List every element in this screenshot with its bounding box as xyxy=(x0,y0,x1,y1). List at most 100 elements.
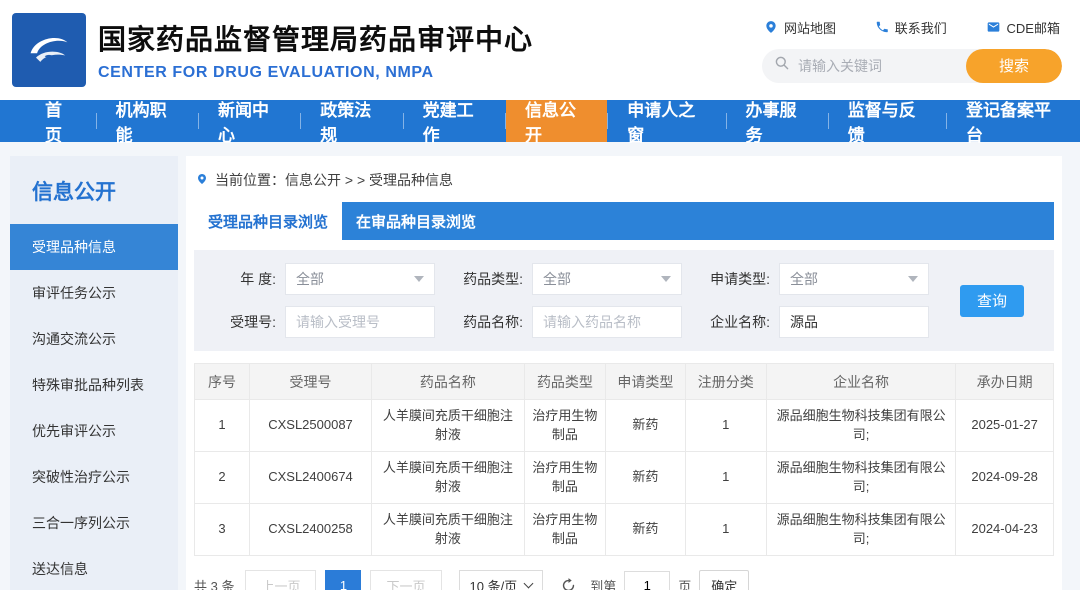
filter-rows: 年 度: 全部 药品类型: 全部 xyxy=(210,263,929,338)
contact-link[interactable]: 联系我们 xyxy=(875,18,947,37)
main-nav: 首页 机构职能 新闻中心 政策法规 党建工作 信息公开 申请人之窗 办事服务 监… xyxy=(0,100,1080,142)
apply-type-filter: 申请类型: 全部 xyxy=(704,263,929,295)
drug-type-filter: 药品类型: 全部 xyxy=(457,263,682,295)
search-icon xyxy=(774,55,790,76)
nav-item-functions[interactable]: 机构职能 xyxy=(97,100,198,142)
cell-apply-type: 新药 xyxy=(606,400,685,452)
chevron-down-icon xyxy=(414,276,424,282)
site-title: 国家药品监督管理局药品审评中心 xyxy=(98,18,533,58)
nav-item-info-disclosure[interactable]: 信息公开 xyxy=(506,100,607,142)
cell-date: 2024-09-28 xyxy=(956,452,1054,504)
accept-no-filter: 受理号: xyxy=(210,306,435,338)
prev-page-button[interactable]: 上一页 xyxy=(245,570,316,590)
page-number-1[interactable]: 1 xyxy=(325,570,361,590)
nav-item-party[interactable]: 党建工作 xyxy=(404,100,505,142)
col-header-drug-type: 药品类型 xyxy=(524,364,605,400)
cell-drug-type: 治疗用生物制品 xyxy=(524,504,605,556)
year-select[interactable]: 全部 xyxy=(285,263,435,295)
page: 国家药品监督管理局药品审评中心 CENTER FOR DRUG EVALUATI… xyxy=(0,0,1080,590)
refresh-icon[interactable] xyxy=(560,577,577,590)
cell-company: 源品细胞生物科技集团有限公司; xyxy=(766,400,955,452)
nav-item-policy[interactable]: 政策法规 xyxy=(301,100,402,142)
table-header-row: 序号 受理号 药品名称 药品类型 申请类型 注册分类 企业名称 承办日期 xyxy=(195,364,1054,400)
sitemap-link[interactable]: 网站地图 xyxy=(764,18,836,37)
cell-date: 2025-01-27 xyxy=(956,400,1054,452)
cell-index: 3 xyxy=(195,504,250,556)
cell-drug-name: 人羊膜间充质干细胞注射液 xyxy=(372,400,525,452)
search-button[interactable]: 搜索 xyxy=(966,49,1062,83)
tab-under-review-catalog[interactable]: 在审品种目录浏览 xyxy=(342,202,490,240)
nav-item-news[interactable]: 新闻中心 xyxy=(199,100,300,142)
table-row: 1 CXSL2500087 人羊膜间充质干细胞注射液 治疗用生物制品 新药 1 … xyxy=(195,400,1054,452)
sidebar-item-delivery-info[interactable]: 送达信息 xyxy=(10,546,178,590)
sidebar-item-priority-review[interactable]: 优先审评公示 xyxy=(10,408,178,454)
query-column: 查询 xyxy=(960,285,1024,317)
sidebar-item-communication[interactable]: 沟通交流公示 xyxy=(10,316,178,362)
drug-name-label: 药品名称: xyxy=(457,312,523,332)
col-header-registration-class: 注册分类 xyxy=(685,364,766,400)
apply-type-select[interactable]: 全部 xyxy=(779,263,929,295)
site-subtitle: CENTER FOR DRUG EVALUATION, NMPA xyxy=(98,64,533,82)
drug-name-input[interactable] xyxy=(532,306,682,338)
cell-drug-type: 治疗用生物制品 xyxy=(524,452,605,504)
year-select-value: 全部 xyxy=(296,269,324,289)
filter-row-2: 受理号: 药品名称: 企业名称: xyxy=(210,306,929,338)
goto-prefix: 到第 xyxy=(590,576,616,590)
next-page-button[interactable]: 下一页 xyxy=(370,570,441,590)
col-header-acceptance-no: 受理号 xyxy=(249,364,371,400)
brand: 国家药品监督管理局药品审评中心 CENTER FOR DRUG EVALUATI… xyxy=(12,13,533,87)
accept-no-label: 受理号: xyxy=(210,312,276,332)
search-input[interactable]: 请输入关键词 xyxy=(798,56,966,76)
confirm-button[interactable]: 确定 xyxy=(699,570,749,590)
breadcrumb: 当前位置：信息公开 > > 受理品种信息 xyxy=(194,166,1054,202)
main-panel: 当前位置：信息公开 > > 受理品种信息 受理品种目录浏览 在审品种目录浏览 年… xyxy=(186,156,1062,590)
header-right: 网站地图 联系我们 CDE邮箱 xyxy=(762,18,1062,83)
cell-acceptance-no: CXSL2400674 xyxy=(249,452,371,504)
mailbox-link[interactable]: CDE邮箱 xyxy=(986,18,1060,37)
breadcrumb-text: 当前位置：信息公开 > > 受理品种信息 xyxy=(215,170,453,190)
total-count: 共 3 条 xyxy=(194,576,234,590)
nav-item-applicant[interactable]: 申请人之窗 xyxy=(608,100,725,142)
drug-name-filter: 药品名称: xyxy=(457,306,682,338)
sidebar-item-special-approval[interactable]: 特殊审批品种列表 xyxy=(10,362,178,408)
cell-drug-name: 人羊膜间充质干细胞注射液 xyxy=(372,504,525,556)
tab-bar: 受理品种目录浏览 在审品种目录浏览 xyxy=(194,202,1054,240)
query-button[interactable]: 查询 xyxy=(960,285,1024,317)
apply-type-select-value: 全部 xyxy=(790,269,818,289)
cell-apply-type: 新药 xyxy=(606,504,685,556)
sidebar-item-accepted-varieties[interactable]: 受理品种信息 xyxy=(10,224,178,270)
cell-drug-name: 人羊膜间充质干细胞注射液 xyxy=(372,452,525,504)
mailbox-label: CDE邮箱 xyxy=(1007,18,1060,37)
nav-item-supervision[interactable]: 监督与反馈 xyxy=(829,100,946,142)
nav-item-registration-platform[interactable]: 登记备案平台 xyxy=(947,100,1080,142)
phone-icon xyxy=(875,20,889,34)
breadcrumb-pin-icon xyxy=(196,172,208,189)
sidebar-item-three-in-one[interactable]: 三合一序列公示 xyxy=(10,500,178,546)
cell-apply-type: 新药 xyxy=(606,452,685,504)
chevron-down-icon xyxy=(661,276,671,282)
results-table: 序号 受理号 药品名称 药品类型 申请类型 注册分类 企业名称 承办日期 1 C… xyxy=(194,363,1054,556)
chevron-down-icon xyxy=(908,276,918,282)
nav-item-home[interactable]: 首页 xyxy=(26,100,96,142)
sidebar-item-breakthrough-therapy[interactable]: 突破性治疗公示 xyxy=(10,454,178,500)
sidebar-item-review-tasks[interactable]: 审评任务公示 xyxy=(10,270,178,316)
table-row: 3 CXSL2400258 人羊膜间充质干细胞注射液 治疗用生物制品 新药 1 … xyxy=(195,504,1054,556)
company-filter: 企业名称: xyxy=(704,306,929,338)
col-header-date: 承办日期 xyxy=(956,364,1054,400)
accept-no-input[interactable] xyxy=(285,306,435,338)
goto-page: 到第 页 确定 xyxy=(590,570,749,590)
sitemap-label: 网站地图 xyxy=(784,18,836,37)
cell-drug-type: 治疗用生物制品 xyxy=(524,400,605,452)
goto-page-input[interactable] xyxy=(624,571,670,590)
quick-links: 网站地图 联系我们 CDE邮箱 xyxy=(762,18,1062,37)
year-label: 年 度: xyxy=(210,269,276,289)
page-size-select[interactable]: 10 条/页 xyxy=(459,570,544,590)
cell-acceptance-no: CXSL2400258 xyxy=(249,504,371,556)
nav-item-services[interactable]: 办事服务 xyxy=(726,100,827,142)
tab-accepted-catalog[interactable]: 受理品种目录浏览 xyxy=(194,202,342,240)
drug-type-select[interactable]: 全部 xyxy=(532,263,682,295)
company-input[interactable] xyxy=(779,306,929,338)
cell-company: 源品细胞生物科技集团有限公司; xyxy=(766,452,955,504)
drug-type-select-value: 全部 xyxy=(543,269,571,289)
sidebar-title: 信息公开 xyxy=(10,176,178,206)
